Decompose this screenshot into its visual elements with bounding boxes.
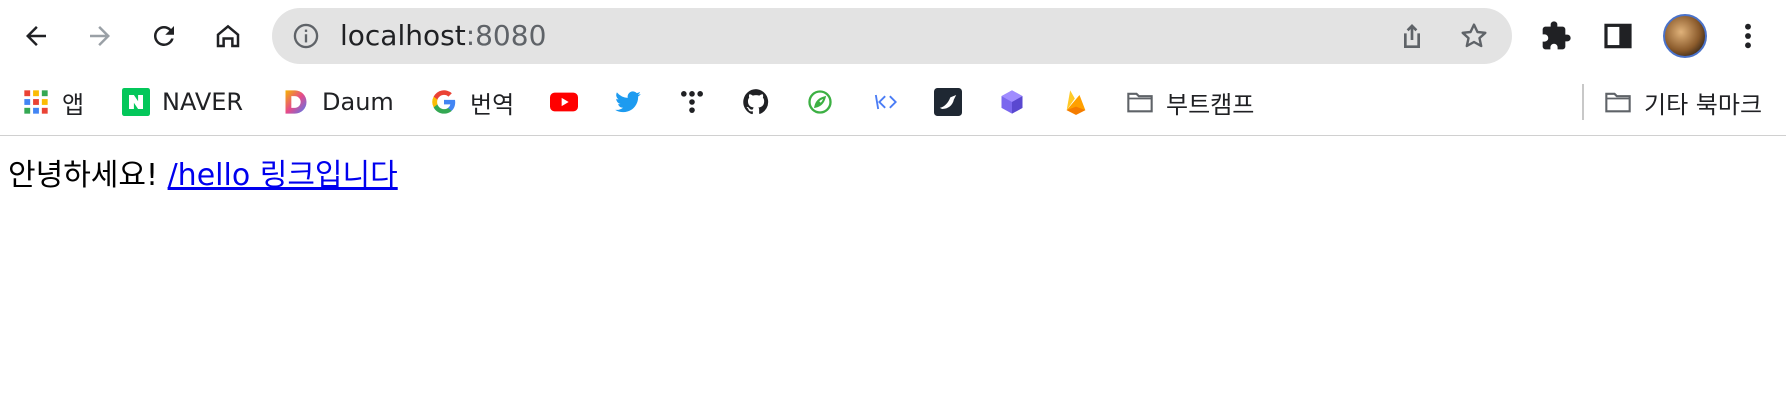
- bookmark-label: Daum: [322, 88, 394, 116]
- extensions-puzzle-icon: [1542, 21, 1571, 50]
- bookmark-naver[interactable]: NAVER: [122, 80, 243, 124]
- hello-link[interactable]: /hello 링크입니다: [168, 158, 398, 193]
- bookmark-leaf[interactable]: [806, 80, 834, 124]
- bookmark-apps[interactable]: 앱: [22, 80, 84, 124]
- side-panel-button[interactable]: [1596, 14, 1640, 58]
- kebab-menu-icon: [1745, 23, 1751, 49]
- url-host: localhost: [340, 19, 466, 52]
- address-bar[interactable]: localhost:8080: [272, 8, 1512, 64]
- share-icon[interactable]: [1396, 20, 1428, 52]
- code-brackets-icon: [870, 88, 898, 116]
- browser-toolbar: localhost:8080: [0, 0, 1786, 72]
- bookmark-label: 번역: [470, 90, 515, 119]
- bookmark-bird-app[interactable]: [934, 80, 962, 124]
- bookmark-label: 부트캠프: [1166, 90, 1255, 119]
- extensions-button[interactable]: [1534, 14, 1578, 58]
- bookmark-label: NAVER: [162, 88, 244, 116]
- naver-icon: [122, 88, 150, 116]
- side-panel-icon: [1604, 23, 1632, 49]
- reload-icon: [153, 25, 174, 46]
- bookmark-github[interactable]: [742, 80, 770, 124]
- bookmarks-bar: 앱 NAVER Daum 번역 부트캠프 기타 북마크: [0, 72, 1786, 136]
- bookmark-tistory[interactable]: [678, 80, 706, 124]
- bookmark-daum[interactable]: Daum: [282, 80, 394, 124]
- bookmark-other-folder[interactable]: 기타 북마크: [1604, 80, 1762, 124]
- back-arrow-icon: [26, 26, 46, 46]
- folder-icon: [1604, 88, 1632, 116]
- github-icon: [742, 88, 770, 116]
- forward-button[interactable]: [76, 12, 124, 60]
- bookmark-label: 앱: [62, 90, 85, 119]
- forward-arrow-icon: [90, 26, 110, 46]
- bookmark-code[interactable]: [870, 80, 898, 124]
- profile-avatar[interactable]: [1663, 14, 1707, 58]
- cube-icon: [998, 88, 1026, 116]
- greeting-text: 안녕하세요!: [8, 158, 159, 193]
- apps-grid-icon: [22, 88, 50, 116]
- home-button[interactable]: [204, 12, 252, 60]
- leaf-icon: [806, 88, 834, 116]
- url-text[interactable]: localhost:8080: [340, 8, 546, 64]
- bookmark-twitter[interactable]: [614, 80, 642, 124]
- google-icon: [430, 88, 458, 116]
- tistory-icon: [678, 88, 706, 116]
- bookmark-cube[interactable]: [998, 80, 1026, 124]
- twitter-icon: [614, 88, 642, 116]
- home-icon: [216, 24, 240, 48]
- info-icon[interactable]: [292, 22, 320, 50]
- bird-app-icon: [934, 88, 962, 116]
- bookmark-folder-bootcamp[interactable]: 부트캠프: [1126, 80, 1254, 124]
- daum-icon: [282, 88, 310, 116]
- firebase-icon: [1062, 88, 1090, 116]
- bookmark-translate[interactable]: 번역: [430, 80, 514, 124]
- url-port: :8080: [465, 19, 547, 52]
- bookmarks-divider: [1582, 84, 1584, 120]
- menu-button[interactable]: [1726, 14, 1770, 58]
- folder-icon: [1126, 88, 1154, 116]
- bookmark-youtube[interactable]: [550, 80, 578, 124]
- youtube-icon: [550, 88, 578, 116]
- reload-button[interactable]: [140, 12, 188, 60]
- bookmark-label: 기타 북마크: [1644, 90, 1763, 119]
- back-button[interactable]: [12, 12, 60, 60]
- star-icon[interactable]: [1458, 20, 1490, 52]
- page-content: 안녕하세요! /hello 링크입니다: [8, 150, 398, 194]
- bookmark-firebase[interactable]: [1062, 80, 1090, 124]
